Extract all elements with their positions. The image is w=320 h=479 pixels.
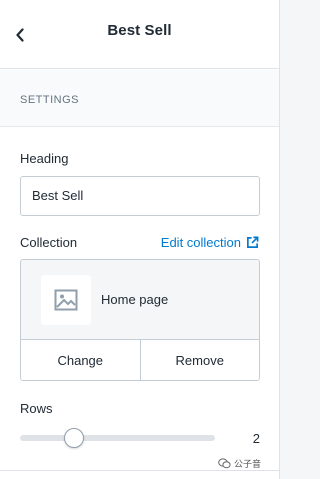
heading-label: Heading: [20, 151, 69, 166]
watermark-text: 公子音: [234, 459, 262, 469]
section-label: SETTINGS: [20, 94, 80, 106]
heading-input[interactable]: Best Sell: [20, 176, 260, 216]
slider-track[interactable]: [20, 435, 215, 441]
rows-value: 2: [252, 431, 260, 446]
collection-name: Home page: [101, 292, 169, 307]
external-link-icon: [247, 236, 259, 248]
divider: [0, 470, 279, 471]
rows-slider[interactable]: [20, 426, 215, 450]
page-title: Best Sell: [107, 22, 172, 39]
settings-panel: Best Sell SETTINGS Heading Best Sell Col…: [0, 0, 279, 479]
edit-collection-link[interactable]: Edit collection: [161, 235, 259, 250]
change-button[interactable]: Change: [21, 340, 140, 380]
collection-card: Home page Change Remove: [20, 259, 260, 381]
edit-collection-label: Edit collection: [160, 235, 241, 250]
rows-label: Rows: [20, 401, 53, 416]
panel-edge: [279, 0, 284, 479]
collection-label: Collection: [20, 235, 78, 250]
watermark: 公子音: [218, 457, 261, 470]
image-placeholder-icon: [54, 289, 78, 311]
panel-header: Best Sell: [0, 0, 279, 69]
collection-actions: Change Remove: [21, 340, 260, 380]
section-header: SETTINGS: [0, 70, 279, 127]
collection-summary: Home page: [21, 260, 259, 340]
collection-thumbnail: [41, 275, 91, 325]
remove-button[interactable]: Remove: [139, 340, 260, 380]
slider-thumb[interactable]: [63, 428, 84, 448]
wechat-icon: [218, 458, 231, 469]
